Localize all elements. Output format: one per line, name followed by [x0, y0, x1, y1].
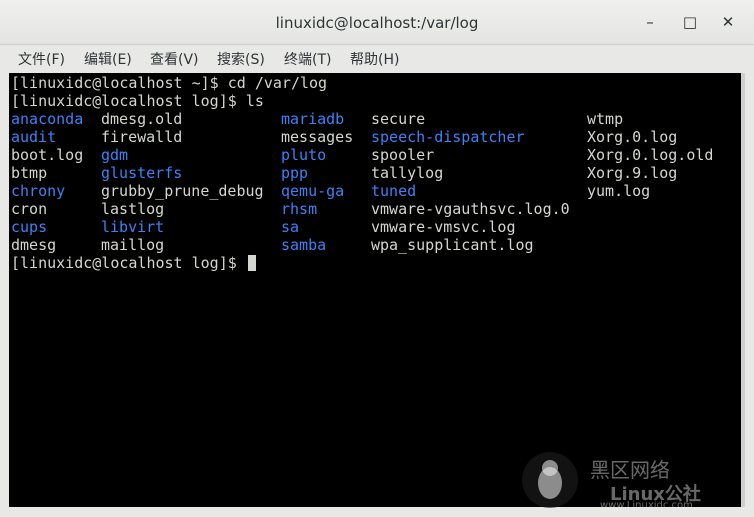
file-entry: yum.log: [587, 182, 651, 200]
menu-help[interactable]: 帮助(H): [350, 49, 399, 69]
menu-terminal[interactable]: 终端(T): [284, 49, 331, 69]
file-entry: firewalld: [101, 128, 183, 146]
watermark: 黑区网络 Linux公社 www.Linuxidc.com: [520, 450, 750, 512]
window-titlebar[interactable]: linuxidc@localhost:/var/log – □ ✕: [0, 0, 754, 45]
directory-entry: tuned: [371, 182, 417, 200]
directory-entry: glusterfs: [101, 164, 183, 182]
file-entry: secure: [371, 110, 426, 128]
file-entry: vmware-vgauthsvc.log.0: [371, 200, 570, 218]
directory-entry: libvirt: [101, 218, 165, 236]
file-entry: btmp: [11, 164, 48, 182]
tux-logo-icon: [522, 452, 578, 508]
file-entry: maillog: [101, 236, 165, 254]
file-entry: dmesg.old: [101, 110, 183, 128]
file-entry: dmesg: [11, 236, 57, 254]
directory-entry: pluto: [281, 146, 327, 164]
directory-entry: sa: [281, 218, 300, 236]
text-cursor: [248, 255, 256, 271]
menu-search[interactable]: 搜索(S): [217, 49, 265, 69]
file-entry: vmware-vmsvc.log: [371, 218, 516, 236]
directory-entry: chrony: [11, 182, 66, 200]
watermark-text: www.Linuxidc.com: [600, 500, 693, 511]
watermark-text: 黑区网络: [590, 458, 670, 482]
terminal-output[interactable]: [linuxidc@localhost ~]$ cd /var/log [lin…: [9, 73, 741, 507]
menu-bar: 文件(F) 编辑(E) 查看(V) 搜索(S) 终端(T) 帮助(H): [0, 45, 754, 73]
directory-entry: gdm: [101, 146, 129, 164]
directory-entry: ppp: [281, 164, 309, 182]
file-entry: wpa_supplicant.log: [371, 236, 534, 254]
file-entry: lastlog: [101, 200, 165, 218]
directory-entry: audit: [11, 128, 57, 146]
file-entry: tallylog: [371, 164, 444, 182]
directory-entry: mariadb: [281, 110, 345, 128]
prompt-line: [linuxidc@localhost log]$ ls: [11, 92, 264, 110]
file-entry: messages: [281, 128, 354, 146]
prompt-line: [linuxidc@localhost log]$: [11, 254, 246, 272]
prompt-line: [linuxidc@localhost ~]$ cd /var/log: [11, 74, 328, 92]
file-entry: boot.log: [11, 146, 84, 164]
file-entry: wtmp: [587, 110, 624, 128]
close-icon[interactable]: ✕: [718, 12, 738, 32]
directory-entry: anaconda: [11, 110, 84, 128]
minimize-icon[interactable]: –: [640, 12, 660, 32]
file-entry: spooler: [371, 146, 435, 164]
directory-entry: rhsm: [281, 200, 318, 218]
scrollbar[interactable]: [741, 73, 745, 507]
file-entry: Xorg.0.log: [587, 128, 678, 146]
directory-entry: samba: [281, 236, 327, 254]
directory-entry: qemu-ga: [281, 182, 345, 200]
directory-entry: cups: [11, 218, 48, 236]
file-entry: Xorg.0.log.old: [587, 146, 714, 164]
directory-entry: speech-dispatcher: [371, 128, 525, 146]
menu-file[interactable]: 文件(F): [18, 49, 65, 69]
menu-view[interactable]: 查看(V): [150, 49, 199, 69]
file-entry: Xorg.9.log: [587, 164, 678, 182]
menu-edit[interactable]: 编辑(E): [84, 49, 132, 69]
maximize-icon[interactable]: □: [680, 12, 700, 32]
file-entry: cron: [11, 200, 48, 218]
file-entry: grubby_prune_debug: [101, 182, 264, 200]
